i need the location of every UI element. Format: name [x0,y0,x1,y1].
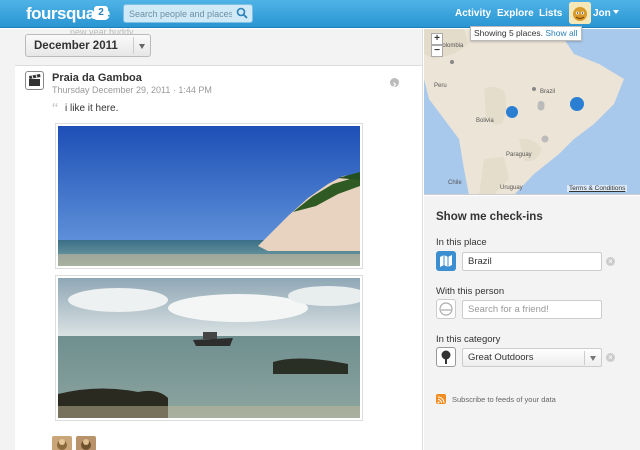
map-marker[interactable] [506,106,518,118]
user-menu-chevron-down-icon[interactable] [613,10,619,14]
map-tooltip-text: Showing 5 places. [474,28,543,38]
checkin-map[interactable]: Colombia Peru Brazil Bolivia Paraguay Ch… [424,29,640,195]
friend-search-input[interactable] [462,300,602,319]
top-bar: foursquare 2 Activity Explore Lists Jon [0,0,640,28]
show-all-link[interactable]: Show all [545,28,577,38]
checkin-filter-panel: Show me check-ins In this place Brazil ×… [424,196,640,450]
category-label: In this category [436,334,501,345]
checkin-photo[interactable] [55,123,363,269]
category-value: Great Outdoors [468,352,534,363]
map-label: Uruguay [500,185,523,191]
map-icon [436,251,456,271]
zoom-out-button[interactable]: − [431,45,443,57]
checkin-card: Praia da Gamboa Thursday December 29, 20… [15,65,422,450]
search-box[interactable] [123,4,253,23]
quote-icon: “ [52,101,59,116]
map-marker[interactable] [570,97,584,111]
movie-clapper-icon [25,71,44,90]
friend-avatar[interactable] [52,436,72,450]
person-icon [436,299,456,319]
nav-activity[interactable]: Activity [455,8,491,19]
map-label: Paraguay [506,152,532,158]
search-icon[interactable] [236,7,248,19]
checkin-shout: i like it here. [65,103,119,114]
notification-badge[interactable]: 2 [94,6,108,20]
map-label: Peru [434,83,447,89]
venue-name-link[interactable]: Praia da Gamboa [52,72,142,84]
clear-category-icon[interactable]: × [606,353,615,362]
terms-link[interactable]: Terms & Conditions [567,185,628,192]
subscribe-feeds-link[interactable]: Subscribe to feeds of your data [452,395,556,404]
user-name[interactable]: Jon [593,8,611,19]
chevron-down-icon [590,356,596,361]
checkin-photo[interactable] [55,275,363,421]
map-label: Brazil [540,89,555,95]
filter-title: Show me check-ins [436,211,543,223]
tree-icon [436,347,456,367]
checkin-timestamp: Thursday December 29, 2011 · 1:44 PM [52,85,212,95]
chevron-down-icon [139,44,145,49]
chevron-right-icon[interactable] [390,78,399,87]
category-dropdown[interactable]: Great Outdoors [462,348,602,367]
user-avatar[interactable] [569,2,591,24]
place-field[interactable]: Brazil [462,252,602,271]
nav-lists[interactable]: Lists [539,8,562,19]
map-tooltip: Showing 5 places. Show all [470,26,582,41]
map-label: Chile [448,180,462,186]
clear-place-icon[interactable]: × [606,257,615,266]
feed-column: ... new year buddy. December 2011 Praia … [0,27,423,450]
month-dropdown[interactable]: December 2011 [25,34,151,57]
search-input[interactable] [124,5,232,22]
rss-icon[interactable] [436,394,446,404]
month-dropdown-label: December 2011 [34,40,118,52]
person-label: With this person [436,286,505,297]
zoom-in-button[interactable]: + [431,33,443,45]
nav-explore[interactable]: Explore [497,8,534,19]
place-label: In this place [436,237,487,248]
map-label: Bolivia [476,118,494,124]
friend-avatar[interactable] [76,436,96,450]
